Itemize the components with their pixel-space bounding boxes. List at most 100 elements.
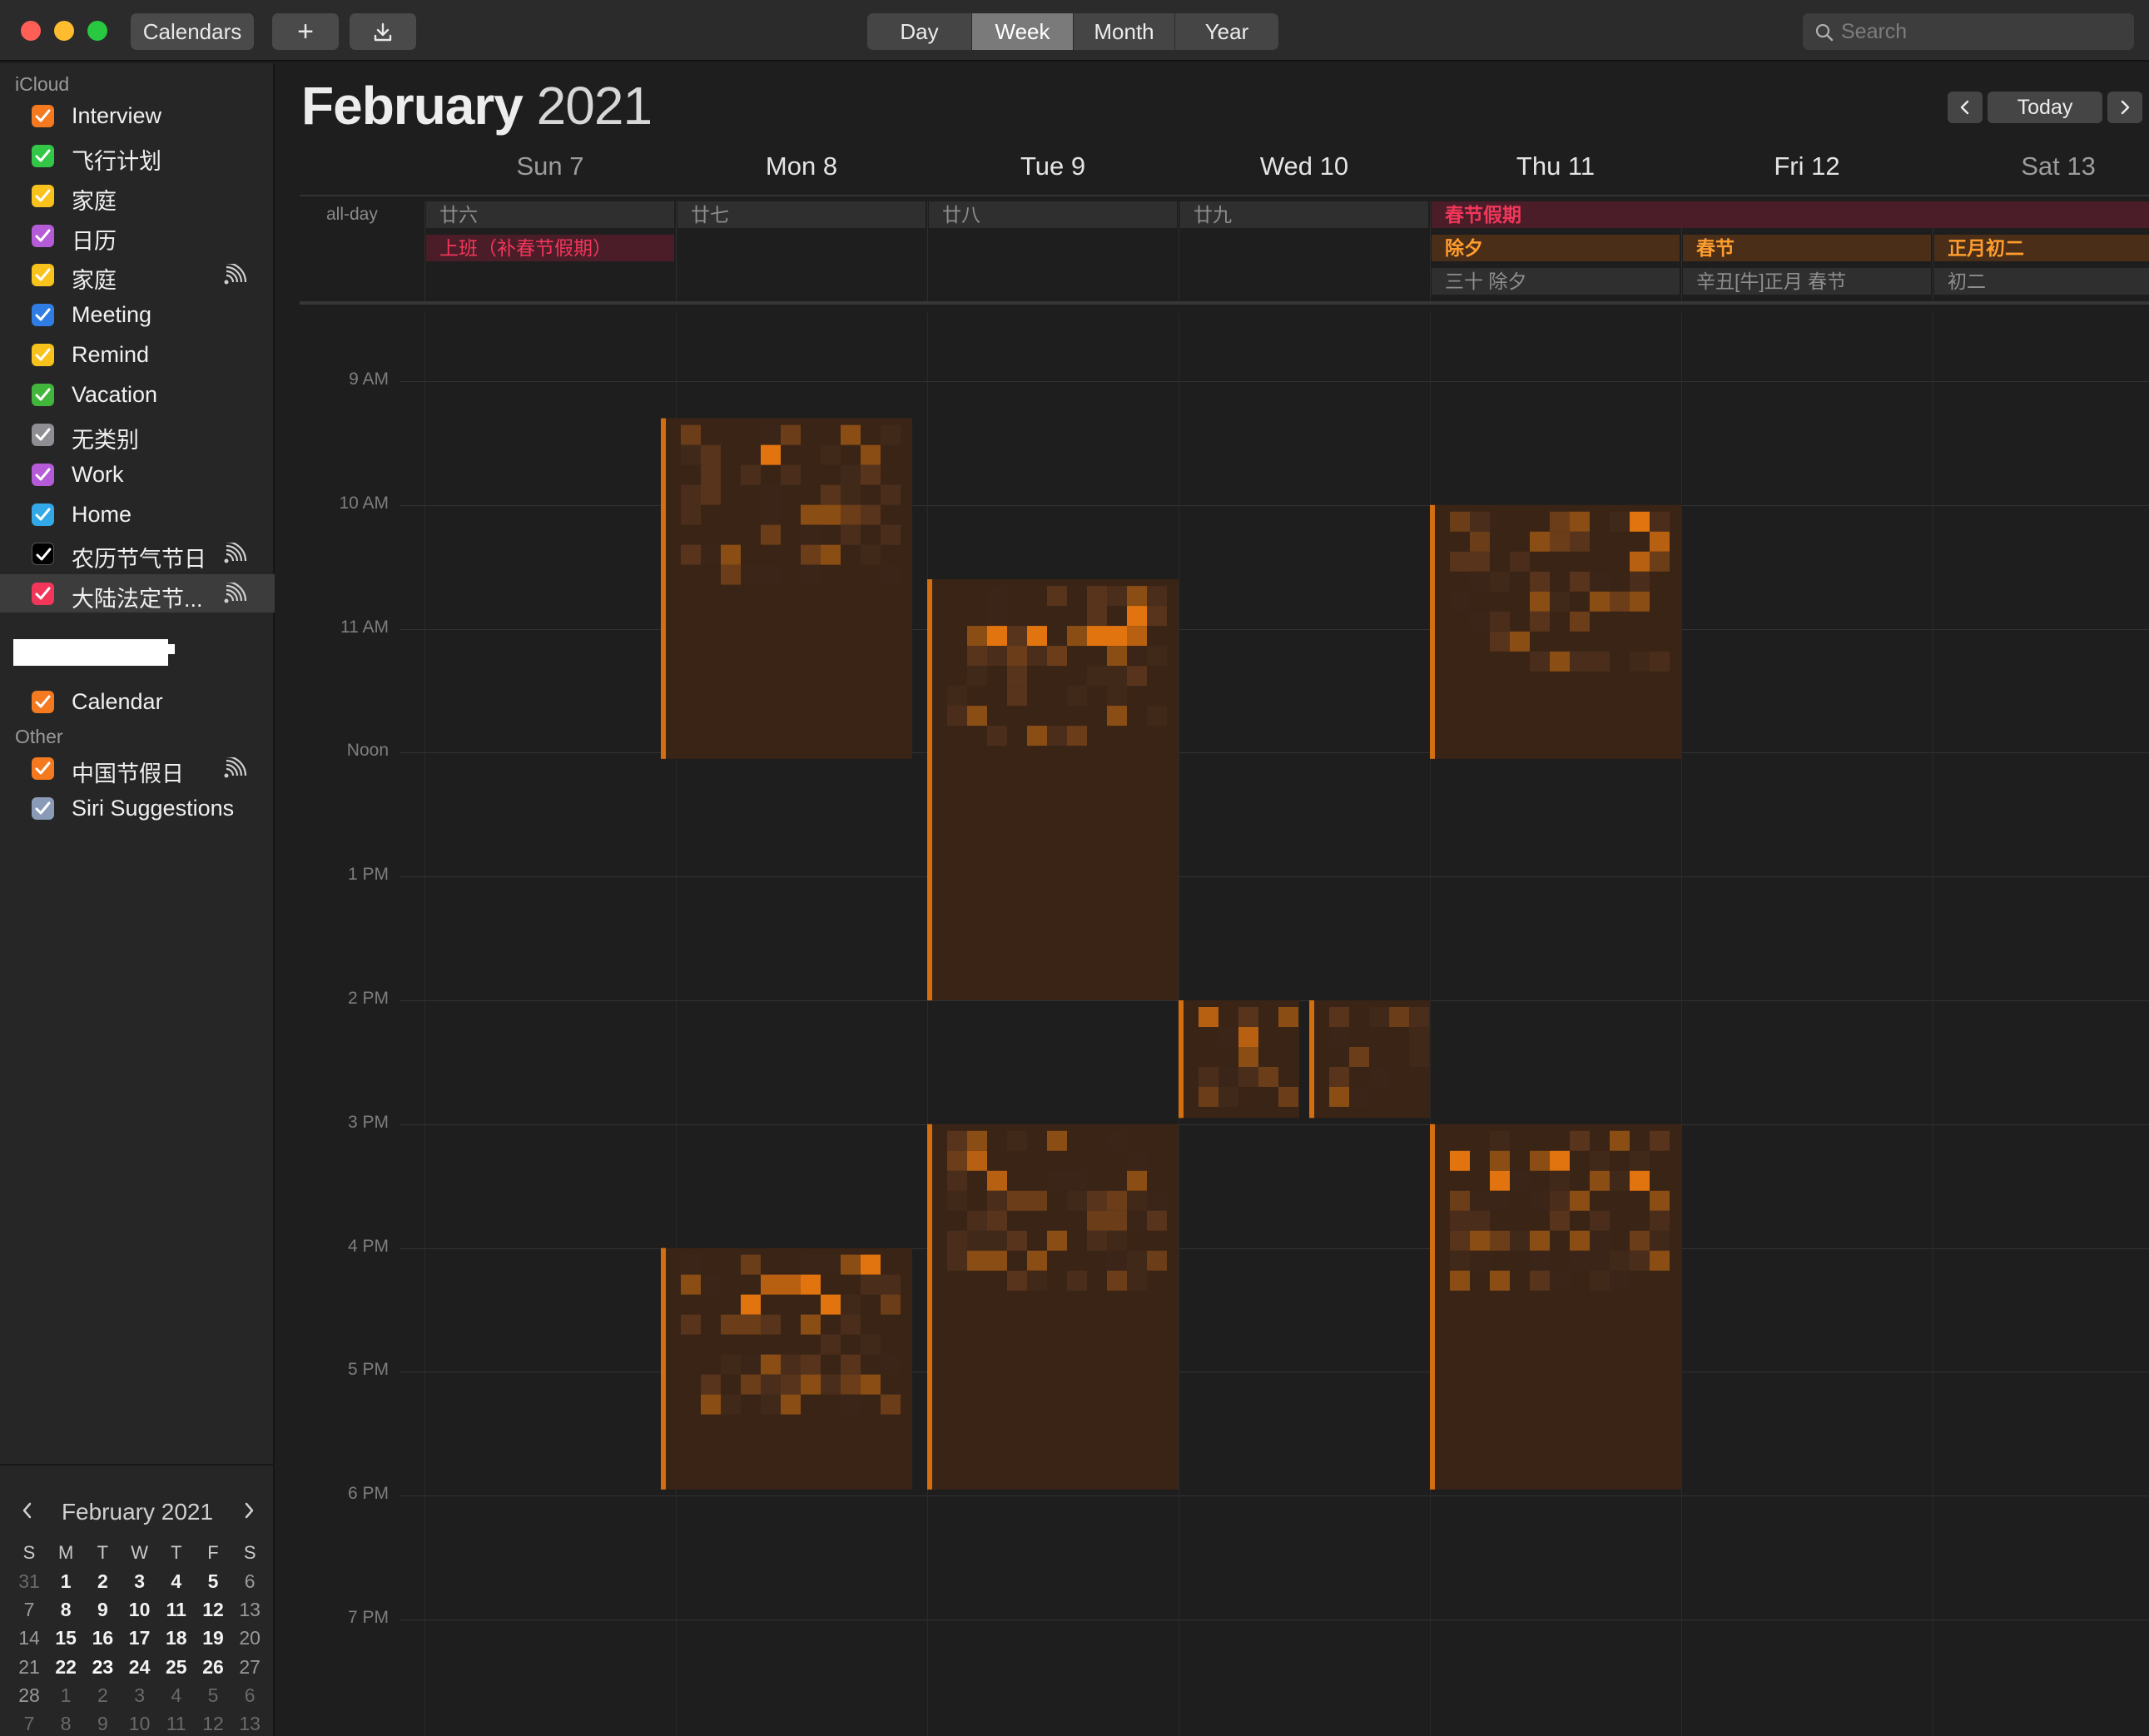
redaction-pixel bbox=[721, 1354, 741, 1375]
calendar-item[interactable]: Home bbox=[0, 495, 275, 533]
mini-day[interactable]: 12 bbox=[196, 1709, 230, 1736]
mini-day[interactable]: 11 bbox=[160, 1709, 193, 1736]
calendar-item[interactable]: Siri Suggestions bbox=[0, 789, 275, 827]
mini-day[interactable]: 12 bbox=[196, 1595, 230, 1624]
mini-day[interactable]: 19 bbox=[196, 1624, 230, 1652]
mini-day[interactable]: 27 bbox=[233, 1653, 266, 1681]
mini-day[interactable]: 13 bbox=[233, 1595, 266, 1624]
redaction-pixel bbox=[1047, 1130, 1067, 1151]
mini-day[interactable]: 21 bbox=[12, 1653, 46, 1681]
mini-day[interactable]: 6 bbox=[233, 1567, 266, 1595]
view-year-button[interactable]: Year bbox=[1175, 13, 1278, 50]
calendars-button[interactable]: Calendars bbox=[131, 13, 254, 50]
search-box[interactable] bbox=[1803, 13, 2134, 50]
mini-day[interactable]: 18 bbox=[160, 1624, 193, 1652]
mini-day[interactable]: 9 bbox=[86, 1709, 119, 1736]
redaction-pixel bbox=[1127, 1190, 1147, 1211]
calendar-item[interactable]: 农历节气节日 bbox=[0, 534, 275, 573]
close-window-button[interactable] bbox=[21, 21, 41, 41]
mini-day[interactable]: 4 bbox=[160, 1567, 193, 1595]
calendar-item[interactable]: 家庭 bbox=[0, 255, 275, 294]
calendar-checkbox[interactable] bbox=[32, 144, 54, 167]
mini-day[interactable]: 10 bbox=[123, 1595, 156, 1624]
view-day-button[interactable]: Day bbox=[867, 13, 972, 50]
calendar-checkbox[interactable] bbox=[32, 757, 54, 780]
mini-day-today[interactable]: 23 bbox=[86, 1651, 119, 1681]
mini-day-number: 8 bbox=[60, 1713, 72, 1734]
redaction-pixel bbox=[987, 586, 1007, 607]
calendar-checkbox[interactable] bbox=[32, 797, 54, 820]
redaction-pixel bbox=[701, 1394, 721, 1415]
mini-day[interactable]: 10 bbox=[123, 1709, 156, 1736]
mini-day[interactable]: 26 bbox=[196, 1653, 230, 1681]
calendar-item[interactable]: Meeting bbox=[0, 295, 275, 334]
calendar-checkbox[interactable] bbox=[32, 184, 54, 207]
calendar-checkbox[interactable] bbox=[32, 224, 54, 247]
calendar-item[interactable]: Calendar bbox=[0, 682, 275, 721]
mini-day[interactable]: 4 bbox=[160, 1681, 193, 1709]
calendar-checkbox[interactable] bbox=[32, 304, 54, 327]
mini-day[interactable]: 2 bbox=[86, 1567, 119, 1595]
minimize-window-button[interactable] bbox=[54, 21, 74, 41]
redaction-pixel bbox=[841, 1394, 861, 1415]
mini-day[interactable]: 1 bbox=[49, 1567, 82, 1595]
redaction-pixel bbox=[1218, 1087, 1238, 1107]
mini-day[interactable]: 20 bbox=[233, 1624, 266, 1652]
redaction-pixel bbox=[1087, 666, 1107, 687]
calendar-item[interactable]: 飞行计划 bbox=[0, 136, 275, 175]
calendar-item[interactable]: 大陆法定节... bbox=[0, 574, 275, 613]
mini-day[interactable]: 3 bbox=[123, 1567, 156, 1595]
calendar-item[interactable]: 家庭 bbox=[0, 176, 275, 215]
calendar-label: 大陆法定节... bbox=[72, 587, 203, 613]
redaction-pixel bbox=[1369, 1067, 1390, 1087]
mini-day[interactable]: 17 bbox=[123, 1624, 156, 1652]
zoom-window-button[interactable] bbox=[87, 21, 107, 41]
mini-day[interactable]: 8 bbox=[49, 1709, 82, 1736]
calendar-checkbox[interactable] bbox=[32, 423, 54, 446]
calendar-item[interactable]: Interview bbox=[0, 97, 275, 135]
redaction-pixel bbox=[1127, 646, 1147, 667]
calendar-checkbox[interactable] bbox=[32, 691, 54, 713]
calendar-checkbox[interactable] bbox=[32, 583, 54, 606]
calendar-checkbox[interactable] bbox=[32, 463, 54, 486]
mini-day[interactable]: 16 bbox=[86, 1624, 119, 1652]
calendar-checkbox[interactable] bbox=[32, 264, 54, 287]
mini-day[interactable]: 31 bbox=[12, 1567, 46, 1595]
mini-day[interactable]: 9 bbox=[86, 1595, 119, 1624]
mini-day[interactable]: 15 bbox=[49, 1624, 82, 1652]
calendar-item[interactable]: 中国节假日 bbox=[0, 749, 275, 787]
mini-day[interactable]: 14 bbox=[12, 1624, 46, 1652]
mini-day[interactable]: 13 bbox=[233, 1709, 266, 1736]
calendar-item[interactable]: 无类别 bbox=[0, 415, 275, 454]
mini-day[interactable]: 2 bbox=[86, 1681, 119, 1709]
calendar-checkbox[interactable] bbox=[32, 543, 54, 566]
mini-day[interactable]: 5 bbox=[196, 1681, 230, 1709]
mini-day[interactable]: 8 bbox=[49, 1595, 82, 1624]
redaction-pixel bbox=[701, 484, 721, 505]
view-week-button[interactable]: Week bbox=[972, 13, 1074, 50]
mini-day[interactable]: 22 bbox=[49, 1653, 82, 1681]
mini-day[interactable]: 25 bbox=[160, 1653, 193, 1681]
mini-day[interactable]: 6 bbox=[233, 1681, 266, 1709]
mini-next-month-icon[interactable] bbox=[241, 1500, 256, 1520]
mini-day[interactable]: 11 bbox=[160, 1595, 193, 1624]
add-event-button[interactable]: + bbox=[272, 13, 339, 50]
calendar-checkbox[interactable] bbox=[32, 503, 54, 526]
mini-day[interactable]: 28 bbox=[12, 1681, 46, 1709]
mini-day[interactable]: 24 bbox=[123, 1653, 156, 1681]
calendar-checkbox[interactable] bbox=[32, 344, 54, 367]
calendar-item[interactable]: Remind bbox=[0, 335, 275, 374]
calendar-item[interactable]: Vacation bbox=[0, 375, 275, 414]
view-month-button[interactable]: Month bbox=[1074, 13, 1175, 50]
calendar-item[interactable]: 日历 bbox=[0, 216, 275, 255]
calendar-checkbox[interactable] bbox=[32, 105, 54, 127]
mini-day[interactable]: 3 bbox=[123, 1681, 156, 1709]
calendar-checkbox[interactable] bbox=[32, 383, 54, 406]
mini-day[interactable]: 1 bbox=[49, 1681, 82, 1709]
import-button[interactable] bbox=[350, 13, 416, 50]
mini-day[interactable]: 5 bbox=[196, 1567, 230, 1595]
mini-day[interactable]: 7 bbox=[12, 1595, 46, 1624]
calendar-item[interactable]: Work bbox=[0, 455, 275, 494]
search-input[interactable] bbox=[1841, 13, 2124, 50]
mini-day[interactable]: 7 bbox=[12, 1709, 46, 1736]
